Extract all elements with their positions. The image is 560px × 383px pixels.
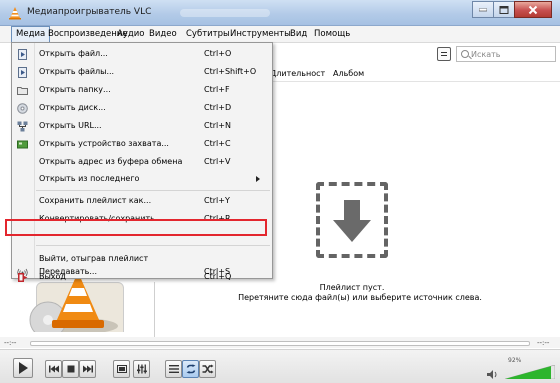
fullscreen-button[interactable] (113, 360, 130, 378)
menu-item-label: Сохранить плейлист как... (39, 196, 152, 205)
menu-separator (36, 245, 270, 246)
menu-item-save-playlist[interactable]: Сохранить плейлист как... Ctrl+Y (13, 193, 271, 210)
maximize-icon (499, 5, 509, 14)
equalizer-icon (136, 364, 147, 374)
files-icon (18, 67, 27, 78)
menu-item-shortcut: Ctrl+Y (204, 196, 230, 205)
menu-item-label: Открыть адрес из буфера обмена (39, 157, 183, 166)
menu-item-shortcut: Ctrl+Shift+O (204, 67, 257, 76)
menu-item-label: Открыть устройство захвата... (39, 139, 169, 148)
submenu-arrow-icon (256, 176, 260, 182)
menu-item-label: Выйти, отыграв плейлист (39, 254, 149, 263)
menu-item-label: Открыть из последнего (39, 174, 140, 183)
title-glow (180, 9, 270, 17)
empty-playlist-title: Плейлист пуст. (319, 283, 385, 292)
fullscreen-icon (116, 365, 127, 373)
close-icon (528, 5, 538, 14)
menu-item-shortcut: Ctrl+D (204, 103, 232, 112)
menu-bar: Медиа Воспроизведение Аудио Видео Субтит… (0, 26, 560, 43)
search-box (456, 46, 556, 62)
title-bar[interactable]: Медиапроигрыватель VLC (0, 0, 560, 26)
playlist-header: Длительност Альбом (270, 66, 560, 82)
menu-item-exit[interactable]: Выход Ctrl+Q (13, 269, 271, 286)
next-button[interactable] (79, 360, 96, 378)
menu-item-shortcut: Ctrl+F (204, 85, 230, 94)
exit-icon (18, 273, 28, 282)
playlist-view-button[interactable] (437, 47, 451, 61)
capture-card-icon (17, 140, 28, 149)
play-button[interactable] (13, 358, 33, 378)
maximize-button[interactable] (493, 1, 515, 18)
folder-icon (17, 87, 28, 95)
menu-audio[interactable]: Аудио (113, 26, 148, 43)
column-duration[interactable]: Длительност (270, 69, 325, 78)
vlc-cone-icon (9, 7, 21, 20)
empty-playlist-hint: Перетяните сюда файл(ы) или выберите ист… (238, 293, 482, 302)
loop-icon (186, 364, 195, 374)
remaining-time[interactable]: --:-- (537, 339, 549, 347)
download-arrow-icon (333, 200, 371, 242)
loop-button[interactable] (182, 360, 199, 378)
next-icon (82, 365, 93, 373)
shuffle-icon (202, 364, 213, 374)
menu-item-shortcut: Ctrl+V (204, 157, 231, 166)
window-title: Медиапроигрыватель VLC (27, 7, 152, 17)
menu-item-open-recent[interactable]: Открыть из последнего (13, 171, 271, 188)
menu-item-open-url[interactable]: Открыть URL... Ctrl+N (13, 118, 271, 135)
sidebar-divider[interactable] (154, 282, 155, 340)
close-button[interactable] (514, 1, 552, 18)
menu-item-label: Открыть папку... (39, 85, 111, 94)
control-bar (0, 349, 560, 383)
stop-icon (67, 365, 74, 373)
stream-highlight-box (5, 219, 267, 236)
menu-video[interactable]: Видео (145, 26, 181, 43)
minimize-button[interactable] (472, 1, 494, 18)
menu-item-shortcut: Ctrl+N (204, 121, 231, 130)
menu-item-label: Выход (39, 272, 66, 281)
disc-icon (17, 103, 28, 114)
playlist-icon (168, 365, 179, 373)
play-icon (19, 362, 28, 374)
column-album[interactable]: Альбом (333, 69, 364, 78)
speaker-icon[interactable] (487, 370, 499, 379)
menu-item-label: Открыть файл... (39, 49, 108, 58)
extended-settings-button[interactable] (133, 360, 150, 378)
elapsed-time: --:-- (4, 339, 17, 347)
volume-slider[interactable] (504, 364, 556, 380)
seek-slider[interactable] (30, 341, 530, 346)
media-menu: Открыть файл... Ctrl+O Открыть файлы... … (11, 42, 273, 282)
menu-item-label: Открыть URL... (39, 121, 102, 130)
minimize-icon (479, 8, 487, 11)
menu-item-open-disc[interactable]: Открыть диск... Ctrl+D (13, 100, 271, 117)
file-icon (18, 49, 27, 60)
menu-item-label: Открыть диск... (39, 103, 106, 112)
previous-icon (48, 365, 59, 373)
shuffle-button[interactable] (199, 360, 216, 378)
search-input[interactable] (471, 48, 553, 60)
volume-wedge (504, 364, 556, 380)
menu-item-shortcut: Ctrl+C (204, 139, 231, 148)
window-controls (472, 1, 552, 18)
menu-help[interactable]: Помощь (310, 26, 354, 43)
menu-item-shortcut: Ctrl+O (204, 49, 232, 58)
menu-item-open-folder[interactable]: Открыть папку... Ctrl+F (13, 82, 271, 99)
menu-separator (36, 190, 270, 191)
menu-item-shortcut: Ctrl+Q (204, 272, 232, 281)
menu-tools[interactable]: Инструменты (226, 26, 295, 43)
stop-button[interactable] (62, 360, 79, 378)
volume-percent: 92% (508, 357, 522, 364)
menu-item-label: Открыть файлы... (39, 67, 115, 76)
network-icon (17, 121, 28, 132)
previous-button[interactable] (45, 360, 62, 378)
menu-item-open-clipboard[interactable]: Открыть адрес из буфера обмена Ctrl+V (13, 154, 271, 171)
menu-item-open-file[interactable]: Открыть файл... Ctrl+O (13, 46, 271, 63)
menu-view[interactable]: Вид (286, 26, 311, 43)
playlist-button[interactable] (165, 360, 182, 378)
search-icon (461, 50, 469, 58)
menu-item-quit-after-playlist[interactable]: Выйти, отыграв плейлист (13, 251, 271, 268)
menu-item-open-files[interactable]: Открыть файлы... Ctrl+Shift+O (13, 64, 271, 81)
menu-item-open-capture[interactable]: Открыть устройство захвата... Ctrl+C (13, 136, 271, 153)
